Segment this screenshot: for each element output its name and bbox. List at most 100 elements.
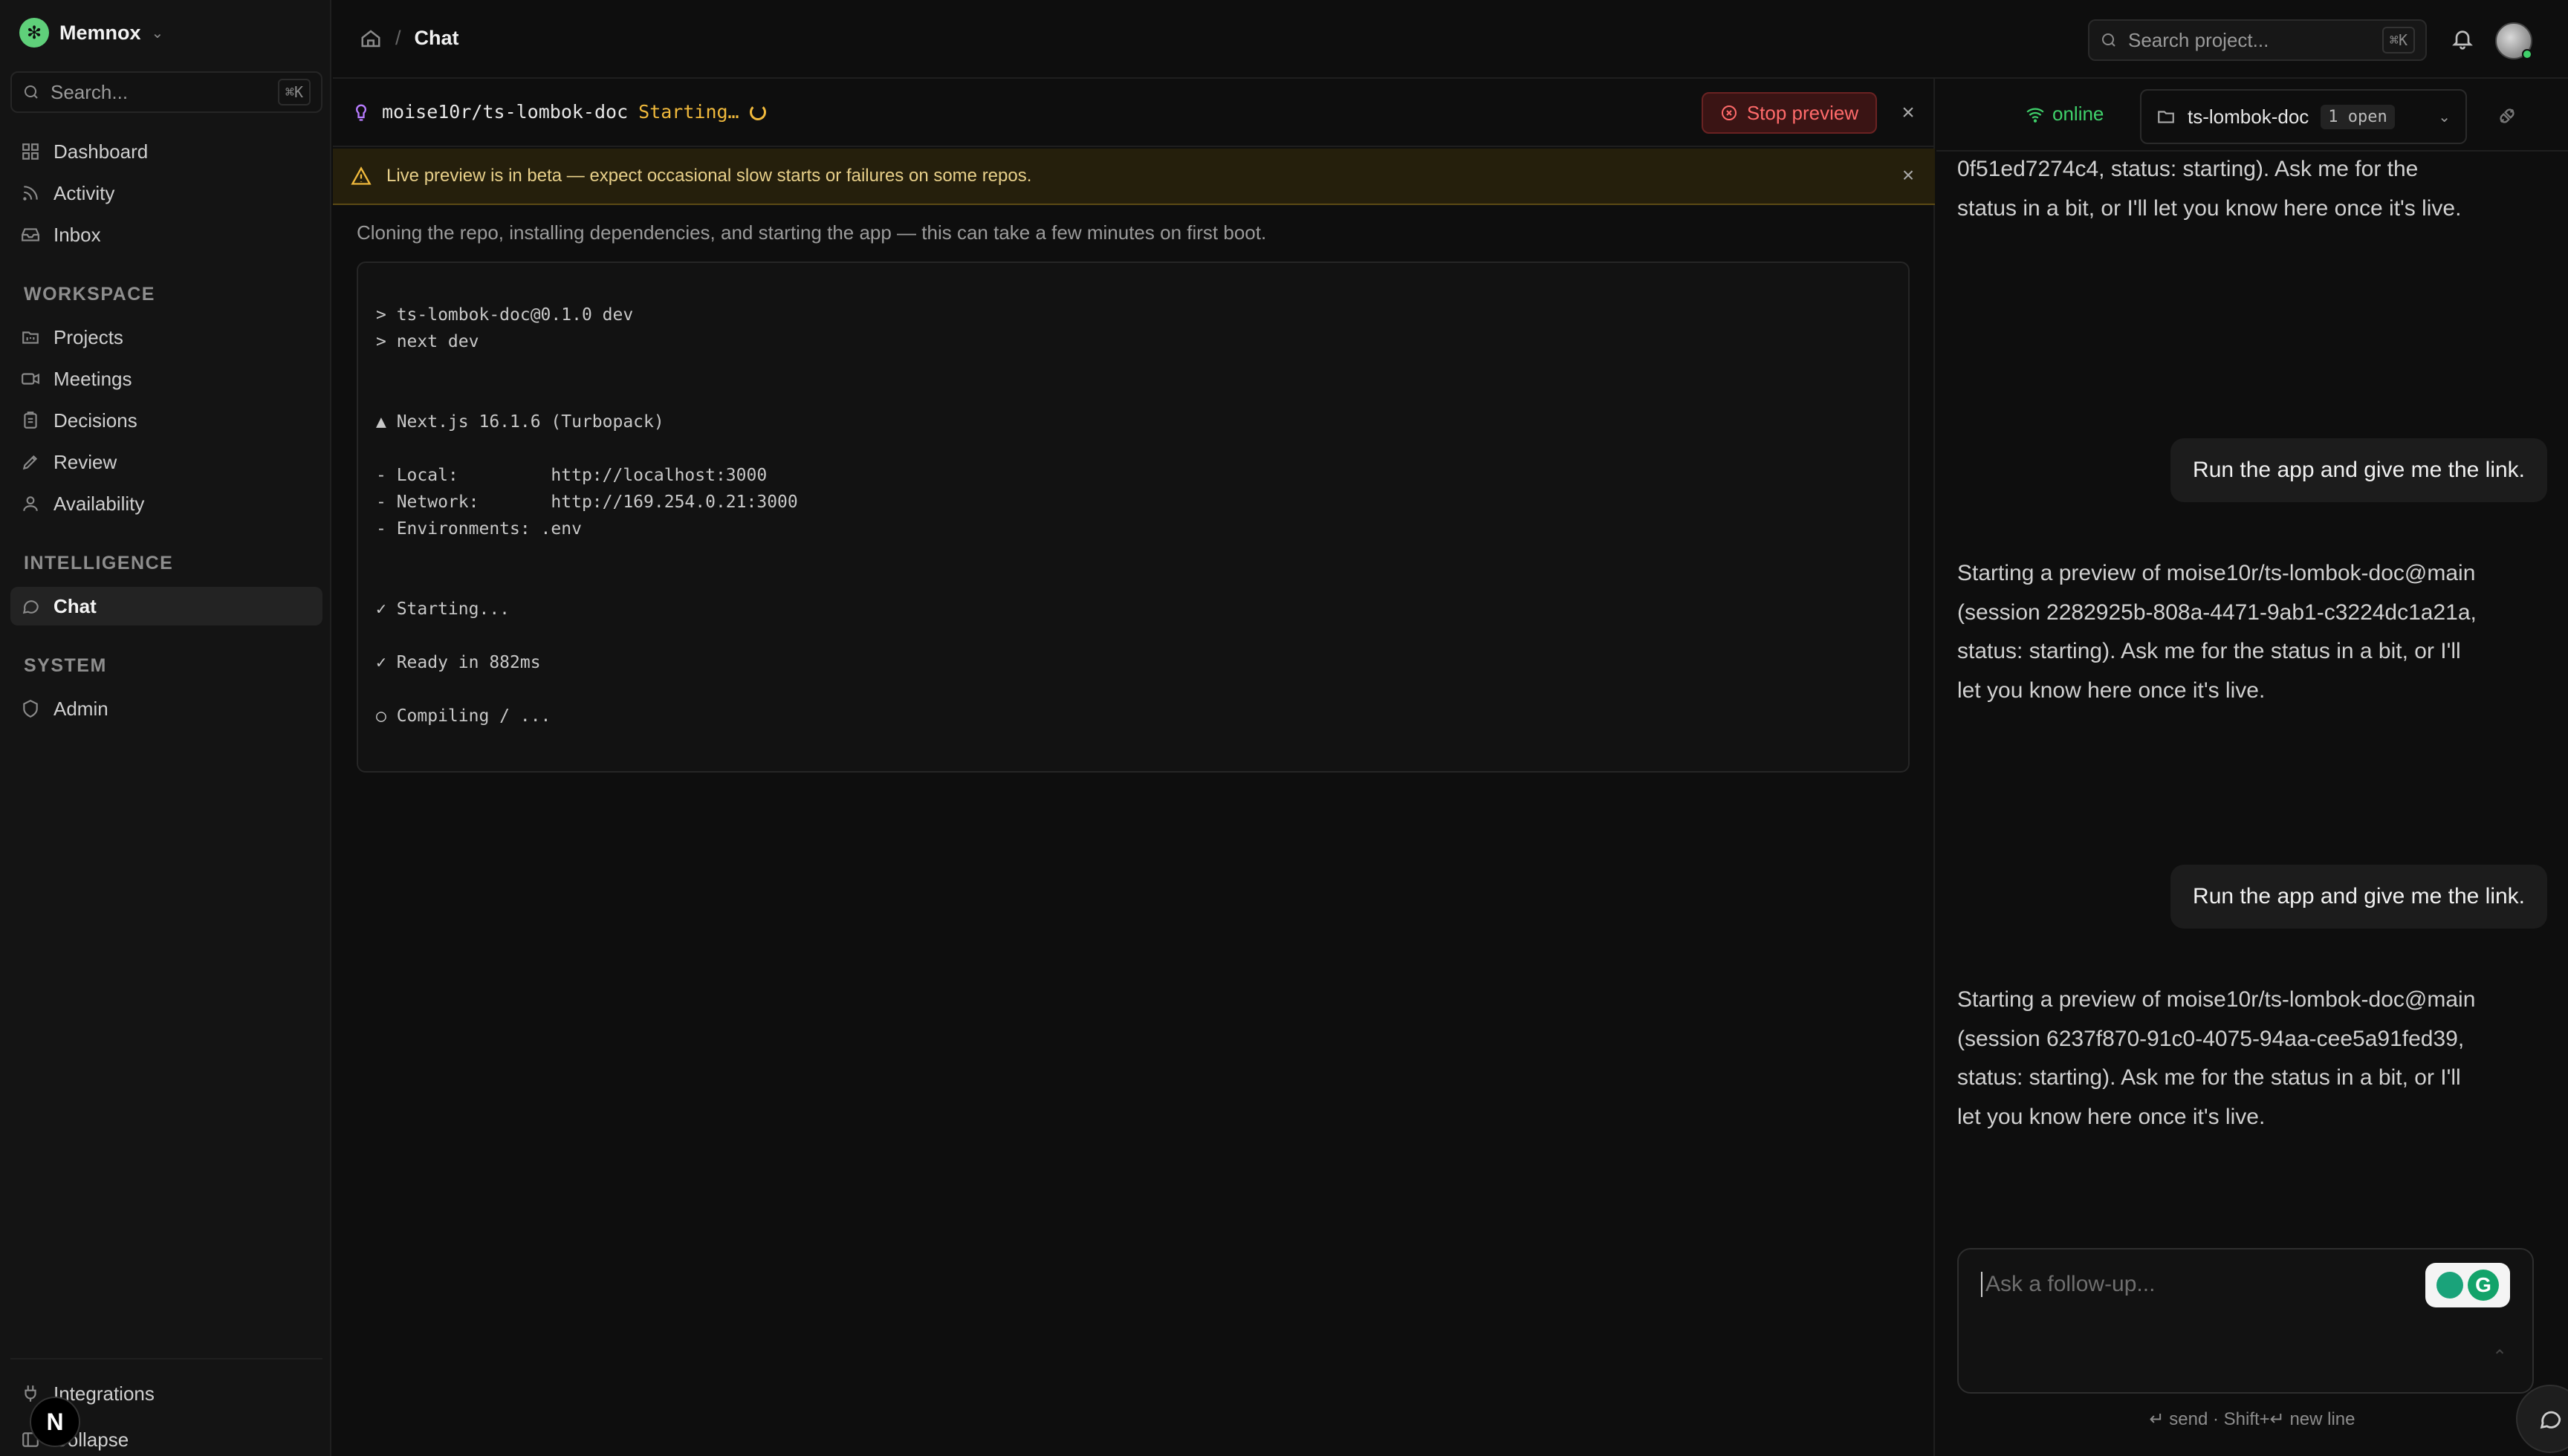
breadcrumb-separator: / xyxy=(395,27,401,49)
sidebar-item-label: Availability xyxy=(54,492,145,515)
notifications-button[interactable] xyxy=(2451,27,2474,51)
preview-header: moise10r/ts-lombok-doc Starting… Stop pr… xyxy=(333,79,1935,147)
chat-icon xyxy=(22,600,39,614)
beta-banner: Live preview is in beta — expect occasio… xyxy=(333,149,1935,205)
search-shortcut-badge: ⌘K xyxy=(2381,27,2415,53)
terminal-line: - Network: http://169.254.0.21:3000 xyxy=(376,493,798,512)
section-title-workspace: WORKSPACE xyxy=(24,284,155,305)
lightbulb-icon xyxy=(2436,1272,2463,1299)
shield-icon xyxy=(23,699,38,718)
terminal-line: ▲ Next.js 16.1.6 (Turbopack) xyxy=(376,412,664,432)
sidebar-item-review[interactable]: Review xyxy=(10,443,322,481)
sidebar-search[interactable]: Search... ⌘K xyxy=(10,71,322,113)
user-message: Run the app and give me the link. xyxy=(2170,438,2547,502)
terminal-line: - Local: http://localhost:3000 xyxy=(376,466,768,485)
chat-bubble-icon xyxy=(2540,1411,2561,1429)
section-title-system: SYSTEM xyxy=(24,655,107,676)
project-search[interactable]: Search project... ⌘K xyxy=(2088,19,2427,61)
assistant-message: Starting a preview of moise10r/ts-lombok… xyxy=(1957,987,2476,1129)
close-preview-icon[interactable]: × xyxy=(1896,100,1920,125)
terminal-line: ✓ Ready in 882ms xyxy=(376,653,541,672)
disconnect-button[interactable] xyxy=(2497,105,2517,126)
topbar: / Chat Search project... ⌘K xyxy=(333,0,2568,79)
inbox-icon xyxy=(22,228,39,241)
terminal-line: - Environments: .env xyxy=(376,519,582,539)
composer[interactable]: Ask a follow-up... G ⌃ xyxy=(1957,1248,2534,1394)
brain-icon xyxy=(355,103,367,121)
assistant-message: 0f51ed7274c4, status: starting). Ask me … xyxy=(1957,157,2462,221)
n-badge-button[interactable]: N xyxy=(30,1397,80,1447)
project-select[interactable]: ts-lombok-doc 1 open ⌄ xyxy=(2140,89,2467,144)
loading-spinner-icon xyxy=(749,103,766,120)
sidebar: ✻ Memnox ⌄ Search... ⌘K Dashboard Activi… xyxy=(0,0,331,1456)
sidebar-item-label: Review xyxy=(54,450,117,473)
video-icon xyxy=(22,373,39,385)
clipboard-icon xyxy=(24,412,37,429)
terminal-line: > next dev xyxy=(376,332,479,351)
beta-banner-text: Live preview is in beta — expect occasio… xyxy=(386,166,1032,186)
sidebar-item-activity[interactable]: Activity xyxy=(10,174,322,212)
chevron-down-icon: ⌄ xyxy=(151,25,164,42)
chat-header: online ts-lombok-doc 1 open ⌄ xyxy=(1936,79,2568,152)
grid-icon xyxy=(22,143,39,160)
section-title-intelligence: INTELLIGENCE xyxy=(24,553,174,573)
sidebar-item-meetings[interactable]: Meetings xyxy=(10,360,322,398)
close-banner-icon[interactable]: × xyxy=(1896,163,1920,187)
sidebar-search-placeholder: Search... xyxy=(51,80,129,103)
plug-icon xyxy=(25,1385,36,1402)
sidebar-item-admin[interactable]: Admin xyxy=(10,689,322,728)
search-icon xyxy=(25,85,38,99)
sidebar-item-projects[interactable]: Projects xyxy=(10,318,322,357)
review-icon xyxy=(22,455,38,470)
project-search-placeholder: Search project... xyxy=(2128,28,2269,51)
bell-icon xyxy=(2452,30,2473,50)
open-count-badge: 1 open xyxy=(2321,104,2395,129)
terminal-output: > ts-lombok-doc@0.1.0 dev > next dev ▲ N… xyxy=(357,261,1910,773)
sidebar-item-availability[interactable]: Availability xyxy=(10,484,322,523)
unplug-icon xyxy=(2500,108,2514,123)
brand-switcher[interactable]: ✻ Memnox ⌄ xyxy=(19,18,163,48)
sidebar-item-label: Decisions xyxy=(54,409,137,432)
home-icon[interactable] xyxy=(360,27,382,50)
breadcrumb-current: Chat xyxy=(414,27,459,49)
breadcrumb: / Chat xyxy=(360,27,459,50)
preview-status: Starting… xyxy=(638,101,739,123)
sidebar-item-label: Projects xyxy=(54,325,123,348)
search-shortcut-badge: ⌘K xyxy=(277,79,311,105)
preview-repo: moise10r/ts-lombok-doc Starting… xyxy=(351,101,766,123)
terminal-line: ✓ Starting... xyxy=(376,599,510,619)
avatar[interactable] xyxy=(2495,22,2532,59)
preview-repo-name: moise10r/ts-lombok-doc xyxy=(382,101,629,123)
sidebar-item-chat[interactable]: Chat xyxy=(10,587,322,625)
folder-icon xyxy=(2158,111,2174,123)
connection-status: online xyxy=(2026,103,2104,126)
sidebar-item-label: Activity xyxy=(54,181,115,204)
sidebar-item-dashboard[interactable]: Dashboard xyxy=(10,132,322,171)
wifi-icon xyxy=(2026,108,2044,123)
user-message: Run the app and give me the link. xyxy=(2170,865,2547,929)
sidebar-item-label: Dashboard xyxy=(54,140,149,163)
floating-chat-button[interactable] xyxy=(2516,1385,2568,1453)
warning-icon xyxy=(351,166,372,185)
sidebar-item-decisions[interactable]: Decisions xyxy=(10,401,322,440)
terminal-line: > ts-lombok-doc@0.1.0 dev xyxy=(376,305,634,325)
stop-preview-label: Stop preview xyxy=(1746,101,1859,124)
preview-panel: moise10r/ts-lombok-doc Starting… Stop pr… xyxy=(333,79,1935,1456)
send-arrow-icon[interactable]: ⌃ xyxy=(2492,1346,2507,1368)
connection-status-label: online xyxy=(2052,103,2104,125)
sidebar-item-inbox[interactable]: Inbox xyxy=(10,215,322,254)
stop-preview-button[interactable]: Stop preview xyxy=(1702,92,1877,134)
terminal-line: ○ Compiling / ... xyxy=(376,706,551,726)
stop-circle-icon xyxy=(1721,105,1737,120)
grammarly-widget[interactable]: G xyxy=(2425,1263,2510,1307)
chevron-down-icon: ⌄ xyxy=(2438,108,2451,126)
composer-input[interactable]: Ask a follow-up... xyxy=(1981,1272,2155,1297)
sidebar-item-label: Admin xyxy=(54,697,108,720)
brand-logo-icon: ✻ xyxy=(19,18,49,48)
